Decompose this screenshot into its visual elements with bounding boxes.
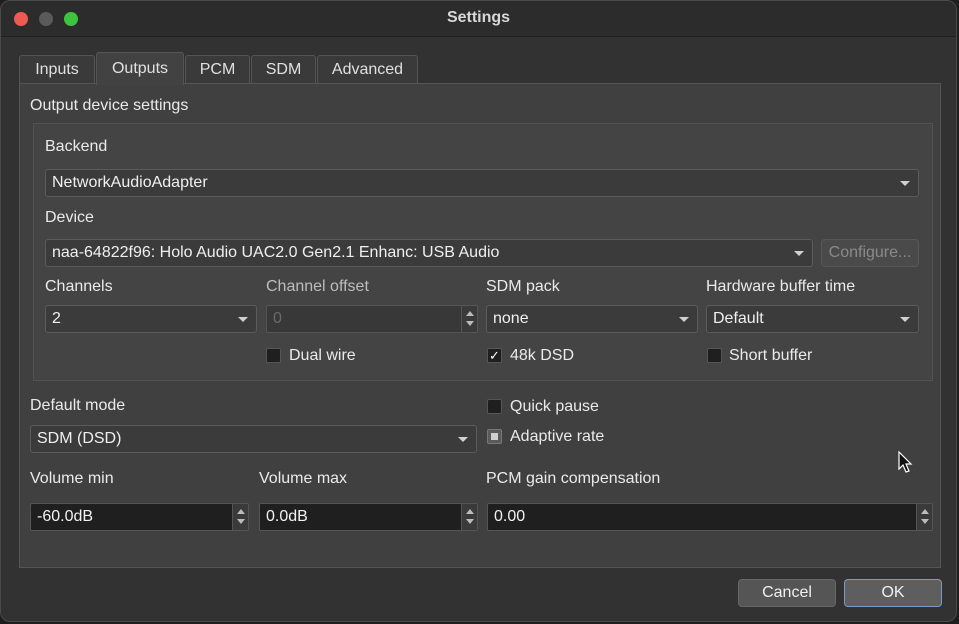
channels-select[interactable]: 2 [45, 305, 257, 333]
backend-select[interactable]: NetworkAudioAdapter [45, 169, 919, 197]
sdm-pack-select[interactable]: none [486, 305, 698, 333]
quick-pause-label: Quick pause [510, 398, 599, 415]
title-bar: Settings [1, 1, 956, 37]
tab-advanced[interactable]: Advanced [317, 55, 418, 84]
chevron-down-icon [900, 181, 910, 186]
dual-wire-label: Dual wire [289, 347, 356, 364]
device-label: Device [45, 209, 94, 226]
chevron-down-icon [238, 317, 248, 322]
output-device-group-title: Output device settings [30, 97, 189, 114]
default-mode-label: Default mode [30, 397, 126, 414]
pcm-gain-value: 0.00 [494, 508, 526, 525]
chevron-down-icon [794, 251, 804, 256]
volume-max-spinbox[interactable]: 0.0dB [259, 503, 478, 531]
spin-arrows-icon[interactable] [232, 504, 248, 530]
sdm-pack-value: none [493, 310, 529, 327]
quick-pause-checkbox[interactable] [487, 399, 502, 414]
pcm-gain-spinbox[interactable]: 0.00 [487, 503, 933, 531]
volume-max-value: 0.0dB [266, 508, 308, 525]
volume-min-value: -60.0dB [37, 508, 94, 525]
spin-arrows-icon[interactable] [461, 504, 477, 530]
configure-button[interactable]: Configure... [821, 239, 919, 267]
backend-label: Backend [45, 138, 108, 155]
mouse-cursor-icon [898, 451, 913, 473]
device-value: naa-64822f96: Holo Audio UAC2.0 Gen2.1 E… [52, 244, 500, 261]
dsd-48k-label: 48k DSD [510, 347, 575, 364]
window-title: Settings [446, 9, 511, 26]
tab-outputs[interactable]: Outputs [96, 52, 184, 85]
hardware-buffer-value: Default [713, 310, 764, 327]
tab-pcm[interactable]: PCM [185, 55, 250, 84]
dsd-48k-checkbox[interactable]: ✓ [487, 348, 502, 363]
backend-value: NetworkAudioAdapter [52, 174, 208, 191]
short-buffer-label: Short buffer [729, 347, 813, 364]
pcm-gain-label: PCM gain compensation [486, 470, 661, 487]
channel-offset-spinbox[interactable]: 0 [266, 305, 478, 333]
channels-label: Channels [45, 278, 113, 295]
spin-arrows-icon[interactable] [461, 306, 477, 332]
tab-sdm[interactable]: SDM [251, 55, 316, 84]
volume-min-spinbox[interactable]: -60.0dB [30, 503, 249, 531]
tab-inputs[interactable]: Inputs [19, 55, 95, 84]
hardware-buffer-label: Hardware buffer time [706, 278, 856, 295]
hardware-buffer-select[interactable]: Default [706, 305, 919, 333]
default-mode-value: SDM (DSD) [37, 430, 122, 447]
chevron-down-icon [900, 317, 910, 322]
spin-arrows-icon[interactable] [916, 504, 932, 530]
adaptive-rate-label: Adaptive rate [510, 428, 605, 445]
volume-min-label: Volume min [30, 470, 114, 487]
cancel-button[interactable]: Cancel [738, 579, 836, 607]
chevron-down-icon [458, 437, 468, 442]
default-mode-select[interactable]: SDM (DSD) [30, 425, 477, 453]
channel-offset-value: 0 [273, 310, 282, 327]
dual-wire-checkbox[interactable] [266, 348, 281, 363]
channels-value: 2 [52, 310, 61, 327]
adaptive-rate-checkbox[interactable] [487, 429, 502, 444]
settings-window: Settings Inputs Outputs PCM SDM Advanced… [0, 0, 957, 622]
short-buffer-checkbox[interactable] [707, 348, 722, 363]
sdm-pack-label: SDM pack [486, 278, 560, 295]
ok-button[interactable]: OK [844, 579, 942, 607]
channel-offset-label: Channel offset [266, 278, 369, 295]
volume-max-label: Volume max [259, 470, 348, 487]
device-select[interactable]: naa-64822f96: Holo Audio UAC2.0 Gen2.1 E… [45, 239, 813, 267]
chevron-down-icon [679, 317, 689, 322]
